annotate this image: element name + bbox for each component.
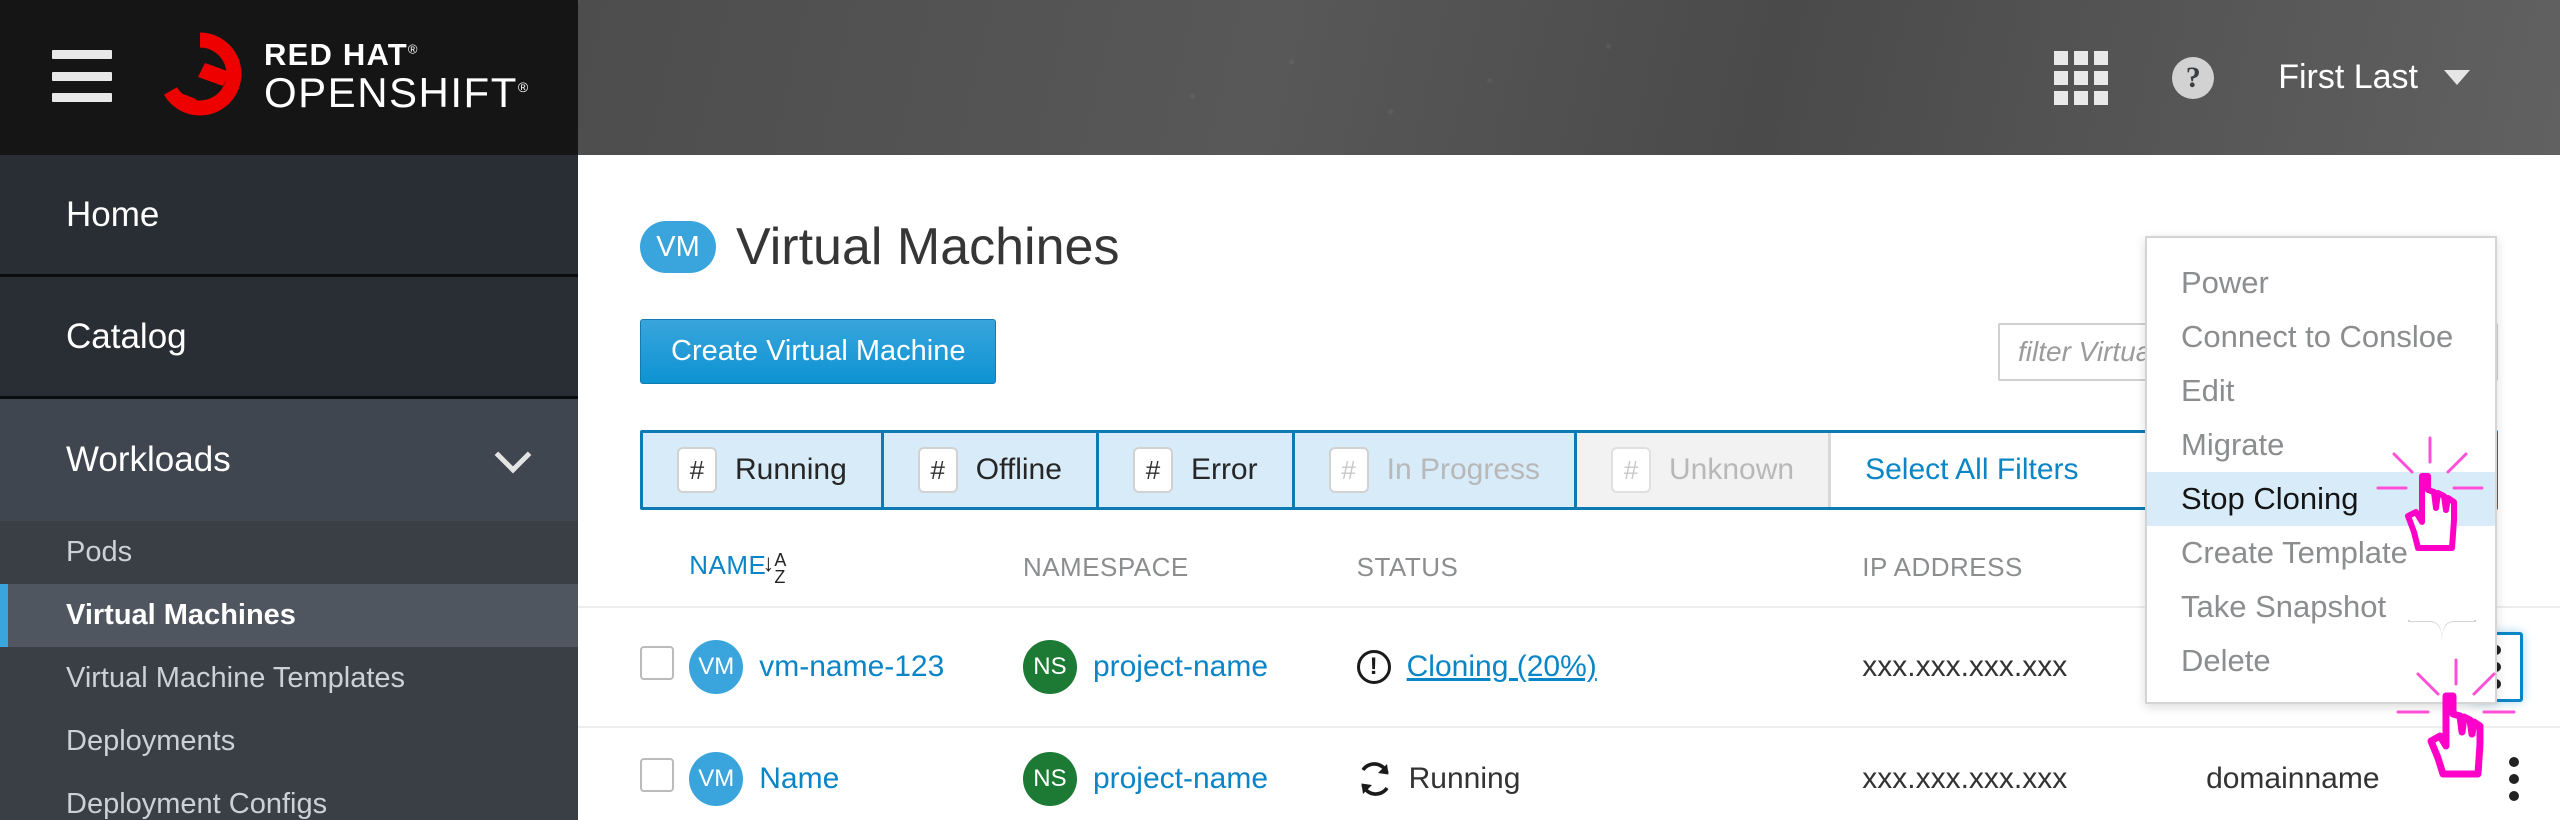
- exclamation-circle-icon: !: [1356, 650, 1391, 685]
- hamburger-menu-icon[interactable]: [52, 50, 112, 102]
- sync-running-icon: [1357, 761, 1393, 797]
- user-menu-button[interactable]: First Last: [2246, 0, 2502, 155]
- filter-count: #: [917, 447, 958, 493]
- brand-registered-mark-1: ®: [407, 41, 419, 57]
- filter-chip-label: Running: [735, 453, 847, 486]
- column-header-name[interactable]: NAME ↓ A Z: [689, 550, 1023, 609]
- brand-openshift-text: OPENSHIFT: [264, 68, 518, 116]
- kebab-menu-icon[interactable]: [2509, 757, 2520, 802]
- column-label: NAME: [689, 550, 767, 580]
- brand-red-hat-text: RED HAT: [264, 36, 408, 72]
- page-title-vm-badge: VM: [640, 221, 716, 273]
- ns-badge-icon: NS: [1022, 752, 1077, 807]
- sidebar-item-home[interactable]: Home: [0, 155, 578, 277]
- row-checkbox-cell: [578, 607, 690, 729]
- username-label: First Last: [2278, 58, 2418, 96]
- sidebar-item-virtual-machines[interactable]: Virtual Machines: [0, 584, 578, 647]
- cell-actions: [2468, 727, 2560, 820]
- masthead: RED HAT® OPENSHIFT® ? First Last: [0, 0, 2560, 155]
- sidebar-item-label: Catalog: [66, 316, 187, 356]
- sidebar-section-workloads[interactable]: Workloads: [0, 399, 578, 521]
- cell-domain: domainname: [2206, 727, 2469, 820]
- cell-ip-address: xxx.xxx.xxx.xxx: [1862, 727, 2207, 820]
- filter-chip-label: Unknown: [1669, 453, 1795, 486]
- filter-chip-label: Error: [1190, 453, 1258, 486]
- filter-count: #: [1611, 447, 1652, 493]
- menu-item-create-template[interactable]: Create Template: [2147, 526, 2495, 580]
- cell-namespace: NS project-name: [1022, 727, 1357, 820]
- vm-name-link[interactable]: vm-name-123: [759, 650, 944, 684]
- column-label: IP ADDRESS: [1862, 551, 2023, 582]
- sidebar-item-virtual-machine-templates[interactable]: Virtual Machine Templates: [0, 647, 578, 710]
- sidebar-item-label: Home: [66, 194, 160, 234]
- status-label: Running: [1408, 762, 1521, 796]
- cell-status: Running: [1356, 727, 1863, 820]
- cell-namespace: NS project-name: [1022, 607, 1357, 729]
- sidebar-item-label: Virtual Machine Templates: [66, 662, 406, 694]
- help-question-icon: ?: [2172, 56, 2215, 99]
- sidebar-item-label: Pods: [66, 536, 133, 568]
- row-checkbox-cell: [578, 727, 690, 820]
- column-select-all: [578, 550, 690, 609]
- sidebar-item-catalog[interactable]: Catalog: [0, 277, 578, 399]
- sidebar-item-label: Virtual Machines: [66, 599, 296, 631]
- grid-apps-icon: [2054, 50, 2109, 105]
- menu-item-migrate[interactable]: Migrate: [2147, 418, 2495, 472]
- brand-registered-mark-2: ®: [517, 78, 530, 95]
- vm-badge-icon: VM: [689, 752, 744, 807]
- sidebar-subnav: Pods Virtual Machines Virtual Machine Te…: [0, 521, 578, 820]
- sidebar-item-pods[interactable]: Pods: [0, 521, 578, 584]
- sidebar-item-deployments[interactable]: Deployments: [0, 710, 578, 773]
- filter-count: #: [1328, 447, 1369, 493]
- brand-logo[interactable]: RED HAT® OPENSHIFT®: [152, 30, 530, 126]
- cell-name: VM Name: [689, 727, 1023, 820]
- column-label: STATUS: [1356, 551, 1459, 582]
- masthead-actions: ? First Last: [2022, 0, 2502, 155]
- column-header-namespace[interactable]: NAMESPACE: [1022, 550, 1357, 609]
- select-all-filters-link[interactable]: Select All Filters: [1831, 433, 2113, 507]
- sidebar-navigation: Home Catalog Workloads Pods Virtual Mach…: [0, 155, 578, 820]
- sidebar-item-label: Deployments: [66, 725, 236, 757]
- cell-status: ! Cloning (20%): [1356, 607, 1863, 729]
- dropdown-pointer-tail: [2408, 620, 2476, 646]
- filter-chip-label: Offline: [975, 453, 1062, 486]
- filter-chip-error[interactable]: # Error: [1098, 433, 1295, 507]
- filter-chip-offline[interactable]: # Offline: [883, 433, 1099, 507]
- help-button[interactable]: ?: [2140, 0, 2246, 155]
- filter-chip-in-progress[interactable]: # In Progress: [1294, 433, 1578, 507]
- column-header-status[interactable]: STATUS: [1356, 550, 1863, 609]
- ns-badge-icon: NS: [1022, 640, 1077, 695]
- row-checkbox[interactable]: [640, 646, 674, 681]
- menu-item-connect-to-console[interactable]: Connect to Consloe: [2147, 310, 2495, 364]
- status-link[interactable]: Cloning (20%): [1407, 650, 1597, 684]
- cell-name: VM vm-name-123: [689, 607, 1023, 729]
- apps-launcher-button[interactable]: [2022, 0, 2140, 155]
- openshift-console: RED HAT® OPENSHIFT® ? First Last Home Ca…: [0, 0, 2560, 820]
- filter-count: #: [1132, 447, 1173, 493]
- sidebar-item-label: Deployment Configs: [66, 788, 328, 820]
- menu-item-power[interactable]: Power: [2147, 256, 2495, 310]
- chevron-down-icon: [2444, 70, 2470, 85]
- chevron-down-icon: [494, 436, 532, 474]
- create-virtual-machine-button[interactable]: Create Virtual Machine: [640, 319, 997, 384]
- filter-chip-unknown[interactable]: # Unknown: [1577, 433, 1832, 507]
- red-hat-logo-icon: [152, 30, 248, 126]
- sort-alpha-asc-icon: ↓ A Z: [762, 550, 787, 588]
- vm-name-link[interactable]: Name: [759, 762, 839, 796]
- page-title: Virtual Machines: [736, 218, 1120, 276]
- namespace-link[interactable]: project-name: [1093, 762, 1268, 796]
- namespace-link[interactable]: project-name: [1093, 650, 1268, 684]
- menu-item-stop-cloning[interactable]: Stop Cloning: [2147, 472, 2495, 526]
- filter-chip-label: In Progress: [1386, 453, 1541, 486]
- filter-count: #: [677, 447, 717, 493]
- filter-chip-running[interactable]: # Running: [643, 433, 884, 507]
- vm-badge-icon: VM: [689, 640, 744, 695]
- sidebar-item-deployment-configs[interactable]: Deployment Configs: [0, 773, 578, 820]
- row-checkbox[interactable]: [640, 758, 674, 793]
- column-label: NAMESPACE: [1022, 551, 1189, 582]
- menu-item-edit[interactable]: Edit: [2147, 364, 2495, 418]
- sidebar-section-label: Workloads: [66, 440, 231, 479]
- table-row[interactable]: VM Name NS project-name Running xxx.xxx.…: [578, 727, 2560, 820]
